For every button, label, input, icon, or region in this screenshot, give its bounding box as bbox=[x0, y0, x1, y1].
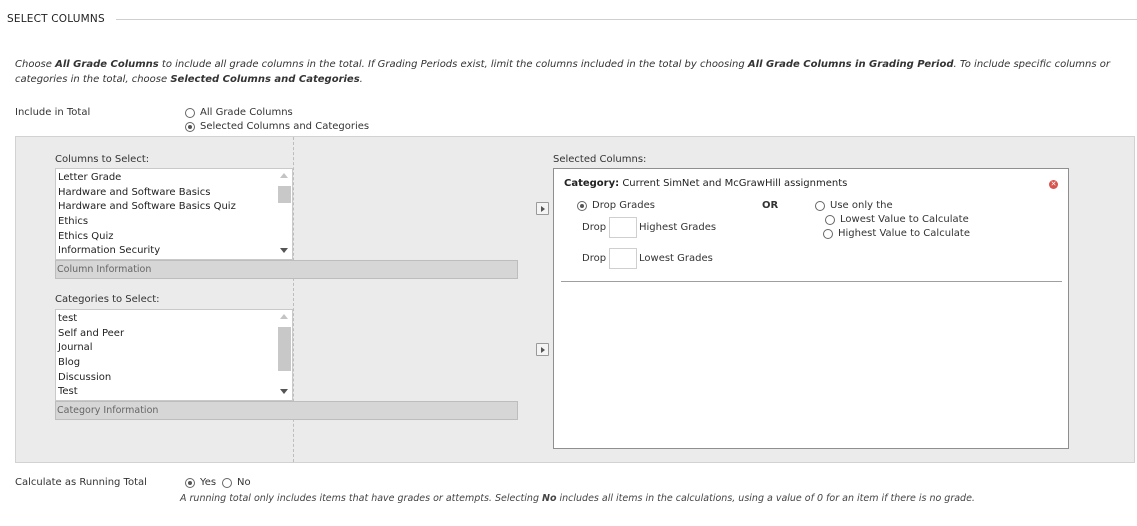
list-item[interactable]: test bbox=[58, 312, 276, 327]
categories-scrollbar[interactable] bbox=[277, 310, 292, 400]
category-name: Current SimNet and McGrawHill assignment… bbox=[622, 178, 848, 189]
category-information-bar: Category Information bbox=[55, 401, 518, 420]
scroll-up-arrow-icon[interactable] bbox=[280, 173, 288, 178]
running-total-label: Calculate as Running Total bbox=[15, 477, 147, 488]
columns-to-select-label: Columns to Select: bbox=[55, 154, 150, 165]
list-item[interactable]: Information Security bbox=[58, 244, 276, 259]
scroll-thumb[interactable] bbox=[278, 186, 291, 203]
scroll-down-arrow-icon[interactable] bbox=[280, 389, 288, 394]
add-column-button[interactable] bbox=[536, 202, 549, 215]
highest-value-radio[interactable] bbox=[823, 228, 833, 239]
running-total-no-radio[interactable] bbox=[222, 477, 232, 488]
column-information-bar: Column Information bbox=[55, 260, 518, 279]
list-item[interactable]: Ethics Quiz bbox=[58, 230, 276, 245]
all-grade-columns-radio[interactable] bbox=[185, 107, 195, 118]
list-item[interactable]: Self and Peer bbox=[58, 327, 276, 342]
category-prefix: Category: bbox=[564, 178, 620, 189]
running-total-note: A running total only includes items that… bbox=[180, 493, 975, 504]
running-total-yes-option[interactable]: Yes bbox=[185, 477, 216, 488]
list-item[interactable]: Blog bbox=[58, 356, 276, 371]
drop-grades-radio[interactable] bbox=[577, 200, 587, 211]
list-item[interactable]: Ethics bbox=[58, 215, 276, 230]
scroll-thumb[interactable] bbox=[278, 327, 291, 371]
use-only-option[interactable]: Use only the bbox=[815, 200, 893, 211]
use-only-label: Use only the bbox=[830, 200, 893, 211]
running-total-no-option[interactable]: No bbox=[222, 477, 251, 488]
highest-grades-label: Highest Grades bbox=[639, 222, 717, 233]
option-all-grade-columns[interactable]: All Grade Columns bbox=[185, 107, 293, 118]
categories-listbox[interactable]: test Self and Peer Journal Blog Discussi… bbox=[55, 309, 293, 401]
running-total-yes-radio[interactable] bbox=[185, 477, 195, 488]
drop-grades-label: Drop Grades bbox=[592, 200, 655, 211]
use-only-radio[interactable] bbox=[815, 200, 825, 211]
list-item[interactable]: Letter Grade bbox=[58, 171, 276, 186]
running-total-no-label: No bbox=[237, 477, 251, 488]
all-grade-columns-label: All Grade Columns bbox=[200, 107, 293, 118]
instructions-text: Choose All Grade Columns to include all … bbox=[15, 59, 1111, 85]
add-category-button[interactable] bbox=[536, 343, 549, 356]
columns-scrollbar[interactable] bbox=[277, 169, 292, 259]
list-item[interactable]: Test bbox=[58, 385, 276, 400]
selected-box-divider bbox=[561, 281, 1062, 282]
lowest-value-radio[interactable] bbox=[825, 214, 835, 225]
lowest-grades-label: Lowest Grades bbox=[639, 253, 713, 264]
columns-listbox[interactable]: Letter Grade Hardware and Software Basic… bbox=[55, 168, 293, 260]
drop-lowest-label: Drop bbox=[582, 253, 607, 264]
scroll-up-arrow-icon[interactable] bbox=[280, 314, 288, 319]
categories-to-select-label: Categories to Select: bbox=[55, 294, 160, 305]
highest-value-option[interactable]: Highest Value to Calculate bbox=[823, 228, 970, 239]
list-item[interactable]: Journal bbox=[58, 341, 276, 356]
or-label: OR bbox=[762, 200, 779, 211]
list-item[interactable]: Hardware and Software Basics Quiz bbox=[58, 200, 276, 215]
drop-grades-option[interactable]: Drop Grades bbox=[577, 200, 655, 211]
include-in-total-label: Include in Total bbox=[15, 107, 91, 118]
selected-columns-radio[interactable] bbox=[185, 121, 195, 132]
list-item[interactable]: Hardware and Software Basics bbox=[58, 186, 276, 201]
drop-highest-input[interactable] bbox=[609, 217, 637, 238]
section-divider bbox=[116, 19, 1137, 20]
lowest-value-option[interactable]: Lowest Value to Calculate bbox=[825, 214, 969, 225]
option-selected-columns[interactable]: Selected Columns and Categories bbox=[185, 121, 369, 132]
scroll-down-arrow-icon[interactable] bbox=[280, 248, 288, 253]
selected-columns-label: Selected Columns: bbox=[553, 154, 647, 165]
list-item[interactable]: Discussion bbox=[58, 371, 276, 386]
drop-highest-label: Drop bbox=[582, 222, 607, 233]
section-title: SELECT COLUMNS bbox=[7, 13, 105, 25]
drop-lowest-input[interactable] bbox=[609, 248, 637, 269]
highest-value-label: Highest Value to Calculate bbox=[838, 228, 971, 239]
selected-category-heading: Category: Current SimNet and McGrawHill … bbox=[564, 178, 847, 189]
lowest-value-label: Lowest Value to Calculate bbox=[840, 214, 969, 225]
selected-columns-label: Selected Columns and Categories bbox=[200, 121, 370, 132]
close-icon[interactable]: ✕ bbox=[1049, 180, 1058, 189]
running-total-yes-label: Yes bbox=[200, 477, 217, 488]
